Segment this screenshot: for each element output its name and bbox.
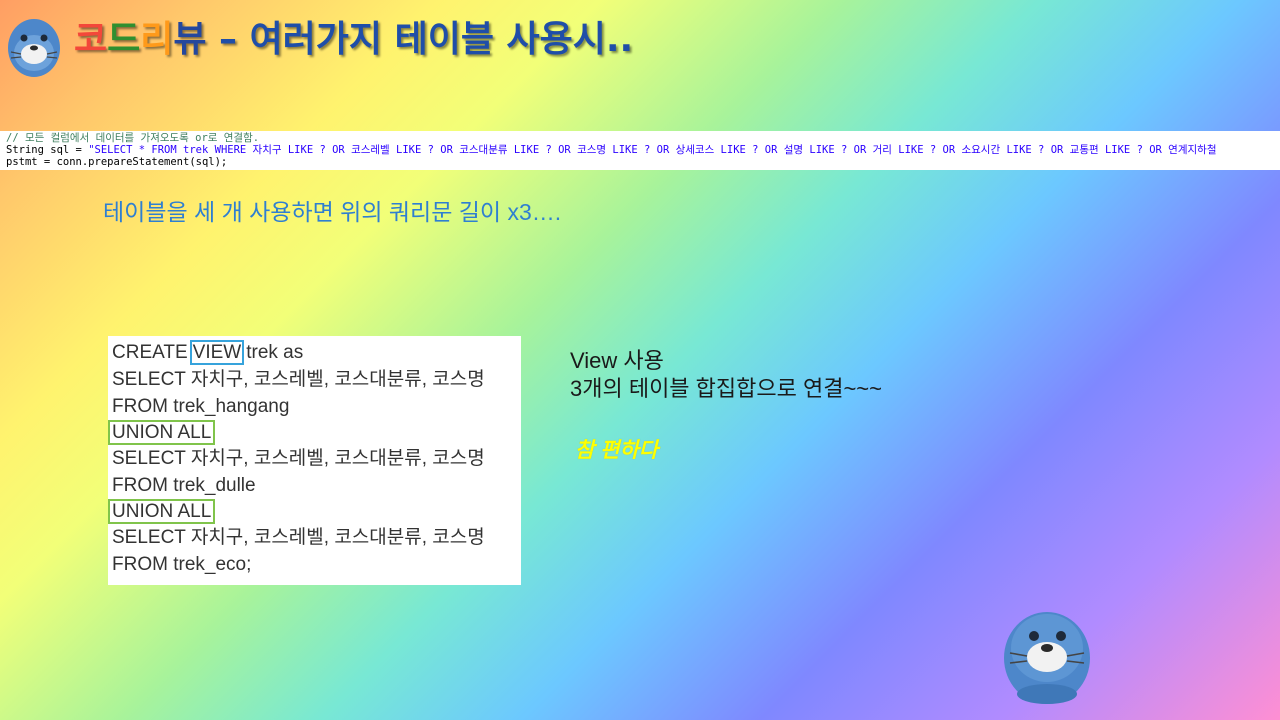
- sql-line-select-1: SELECT 자치구, 코스레벨, 코스대분류, 코스명: [112, 369, 485, 390]
- notes-convenient-remark: 참 편하다: [575, 439, 659, 462]
- sql-line-select-2: SELECT 자치구, 코스레벨, 코스대분류, 코스명: [112, 448, 485, 469]
- sql-line-select-3: SELECT 자치구, 코스레벨, 코스대분류, 코스명: [112, 527, 485, 548]
- sql-view-screenshot: CREATE VIEW trek as SELECT 자치구, 코스레벨, 코스대분…: [108, 336, 521, 585]
- sql-create-keyword: CREATE: [112, 342, 188, 363]
- sql-line-union-1: UNION ALL: [108, 420, 216, 446]
- code-snippet-screenshot: // 모든 컬럼에서 데이터를 가져오도록 or로 연결함. String sq…: [0, 131, 1280, 170]
- code-sql-line: String sql = "SELECT * FROM trek WHERE 자…: [6, 144, 1280, 156]
- slide-header: 코드리뷰 – 여러가지 테이블 사용시..: [0, 0, 1280, 95]
- title-char-4: 뷰: [173, 19, 207, 60]
- sql-line-union-2: UNION ALL: [108, 499, 216, 525]
- seal-mascot-large-icon: [1004, 612, 1090, 704]
- sql-line-create: CREATE VIEW trek as: [112, 340, 303, 366]
- notes-view-usage: View 사용: [570, 348, 664, 373]
- sql-line-from-hangang: FROM trek_hangang: [112, 396, 290, 417]
- title-char-1: 코: [74, 19, 108, 60]
- code-sql-prefix: String sql =: [6, 144, 89, 156]
- code-comment-line: // 모든 컬럼에서 데이터를 가져오도록 or로 연결함.: [6, 132, 260, 144]
- sql-line-from-eco: FROM trek_eco;: [112, 554, 252, 575]
- notes-block: View 사용 3개의 테이블 합집합으로 연결~~~: [570, 347, 1070, 403]
- subheading-text: 테이블을 세 개 사용하면 위의 쿼리문 길이 x3….: [103, 199, 562, 225]
- sql-union-all-highlighted-1: UNION ALL: [108, 420, 216, 445]
- notes-union-description: 3개의 테이블 합집합으로 연결~~~: [570, 376, 882, 401]
- sql-union-all-highlighted-2: UNION ALL: [108, 499, 216, 524]
- slide-title: 코드리뷰 – 여러가지 테이블 사용시..: [74, 18, 633, 61]
- seal-mascot-icon: [8, 19, 60, 77]
- title-char-3: 리: [140, 19, 174, 60]
- title-rest: – 여러가지 테이블 사용시..: [206, 19, 634, 60]
- sql-create-rest: trek as: [246, 342, 304, 363]
- code-sql-string: "SELECT * FROM trek WHERE 자치구 LIKE ? OR …: [88, 144, 1217, 156]
- title-char-2: 드: [107, 19, 141, 60]
- sql-line-from-dulle: FROM trek_dulle: [112, 475, 256, 496]
- code-prepare-line: pstmt = conn.prepareStatement(sql);: [6, 156, 228, 168]
- sql-view-keyword-highlighted: VIEW: [189, 340, 245, 365]
